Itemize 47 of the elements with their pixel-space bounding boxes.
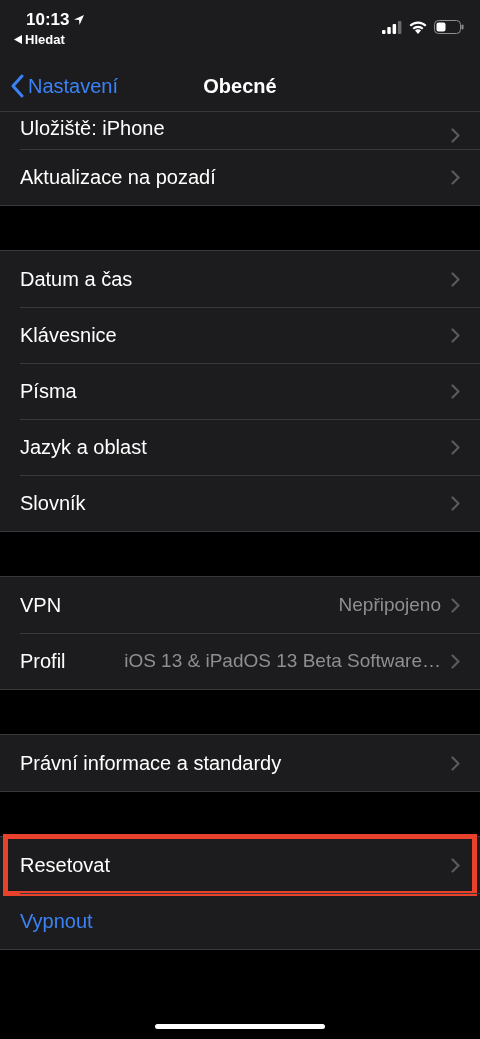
signal-icon <box>382 20 402 34</box>
settings-row[interactable]: Aktualizace na pozadí <box>0 149 480 205</box>
settings-row[interactable]: Písma <box>0 363 480 419</box>
battery-icon <box>434 20 464 34</box>
row-label: Slovník <box>20 491 86 516</box>
chevron-right-icon <box>451 439 460 455</box>
wifi-icon <box>409 20 427 34</box>
settings-row[interactable]: Uložiště: iPhone <box>0 112 480 149</box>
chevron-right-icon <box>451 597 460 613</box>
chevron-right-icon <box>451 755 460 771</box>
chevron-right-icon <box>451 271 460 287</box>
row-label: Profil <box>20 649 66 674</box>
chevron-right-icon <box>451 857 460 873</box>
chevron-right-icon <box>451 383 460 399</box>
settings-row[interactable]: Datum a čas <box>0 251 480 307</box>
row-label: Aktualizace na pozadí <box>20 165 216 190</box>
settings-row[interactable]: Jazyk a oblast <box>0 419 480 475</box>
row-label: VPN <box>20 593 62 618</box>
chevron-left-icon <box>10 73 24 98</box>
action-row[interactable]: Vypnout <box>0 893 480 949</box>
row-label: Resetovat <box>20 853 111 878</box>
back-triangle-icon[interactable] <box>14 35 22 45</box>
row-label: Jazyk a oblast <box>20 435 147 460</box>
row-value: Nepřipojeno <box>338 592 441 617</box>
screen-title: Obecné <box>203 73 277 99</box>
row-label: Datum a čas <box>20 267 133 292</box>
row-label: Právní informace a standardy <box>20 751 282 776</box>
location-arrow-icon <box>73 14 86 26</box>
settings-row[interactable]: VPN Nepřipojeno <box>0 577 480 633</box>
row-label: Písma <box>20 379 77 404</box>
chevron-right-icon <box>451 327 460 343</box>
settings-row[interactable]: Profil iOS 13 & iPadOS 13 Beta Software… <box>0 633 480 689</box>
row-label: Klávesnice <box>20 323 117 348</box>
row-label: Uložiště: iPhone <box>20 116 165 141</box>
settings-row[interactable]: Slovník <box>0 475 480 531</box>
back-to-app-link[interactable]: Hledat <box>25 30 65 50</box>
row-value: iOS 13 & iPadOS 13 Beta Software… <box>124 648 441 673</box>
back-button[interactable]: Nastavení <box>0 70 119 101</box>
chevron-right-icon <box>451 169 460 185</box>
status-time: 10:13 <box>26 10 70 30</box>
settings-row[interactable]: Resetovat <box>0 837 480 893</box>
settings-row[interactable]: Klávesnice <box>0 307 480 363</box>
chevron-right-icon <box>451 653 460 669</box>
settings-row[interactable]: Právní informace a standardy <box>0 735 480 791</box>
row-label: Vypnout <box>20 909 93 934</box>
chevron-right-icon <box>451 128 460 143</box>
chevron-right-icon <box>451 495 460 511</box>
